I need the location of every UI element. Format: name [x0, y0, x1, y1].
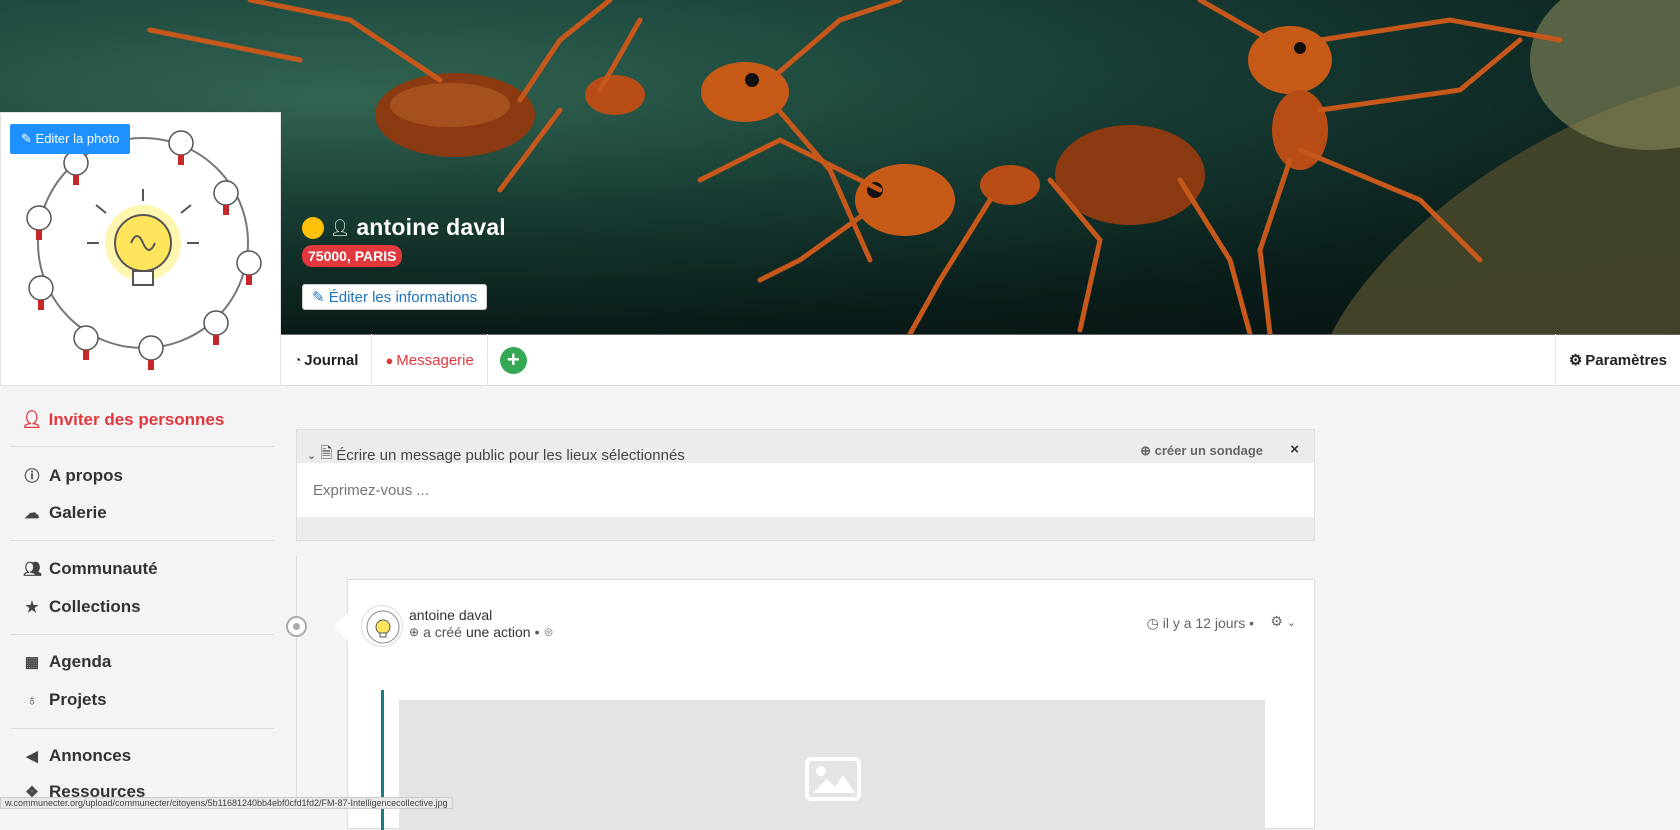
post-action-line: ⊕ a créé une action • ⊛	[409, 624, 554, 640]
tab-settings[interactable]: ⚙ Paramètres	[1554, 334, 1680, 386]
invite-people-link[interactable]: 👤︎ Inviter des personnes	[21, 410, 224, 430]
comments-icon: ●	[385, 352, 394, 368]
edit-info-button[interactable]: ✎ Éditer les informations	[302, 284, 488, 310]
edit-photo-button[interactable]: ✎ Editer la photo	[10, 124, 131, 154]
pencil-icon: ✎	[21, 131, 32, 146]
plus-circle-icon: +	[499, 346, 527, 374]
post-image-placeholder[interactable]	[399, 700, 1265, 830]
sidebar-item-announcements[interactable]: ◀ Annonces	[23, 746, 131, 766]
close-icon[interactable]: ×	[1290, 441, 1299, 458]
user-plus-icon: 👤︎	[21, 410, 43, 429]
post-composer: ⌄ 🗎︎ Écrire un message public pour les l…	[296, 429, 1315, 541]
tab-journal[interactable]: ◔ Journal	[281, 334, 373, 386]
location-badge[interactable]: 75000, PARIS	[302, 245, 403, 267]
avatar[interactable]	[361, 605, 403, 647]
calendar-icon: ▦	[24, 654, 40, 671]
add-button[interactable]: +	[488, 334, 540, 386]
user-icon: 👤︎	[330, 219, 351, 237]
image-icon	[805, 757, 861, 801]
post-time: ◷ il y a 12 jours •	[1146, 615, 1254, 631]
clock-icon: ◷	[1146, 615, 1159, 631]
lightbulb-icon: ♁	[26, 691, 38, 709]
post-author[interactable]: antoine daval	[409, 607, 492, 623]
timeline-dot-icon	[286, 616, 307, 637]
plus-circle-icon: ⊕	[1140, 443, 1151, 458]
cloud-icon: ☁	[24, 505, 40, 522]
divider	[10, 634, 274, 635]
quote-bar	[381, 690, 384, 830]
rss-icon: ◔	[294, 353, 302, 367]
gear-icon: ⚙	[1270, 613, 1283, 629]
divider	[10, 446, 274, 447]
sidebar-item-community[interactable]: 👥︎ Communauté	[23, 559, 158, 579]
tab-messages[interactable]: ● Messagerie	[372, 334, 488, 386]
avatar-image	[366, 610, 400, 644]
post-pointer	[333, 613, 348, 641]
profile-name: antoine daval	[356, 214, 506, 240]
sidebar-item-about[interactable]: ⓘ A propos	[23, 465, 123, 486]
info-icon: ⓘ	[24, 468, 40, 485]
sidebar-item-collections[interactable]: ★ Collections	[23, 597, 140, 617]
timeline-line	[296, 556, 297, 809]
create-poll-link[interactable]: ⊕ créer un sondage	[1140, 443, 1263, 459]
bullhorn-icon: ◀	[26, 748, 38, 765]
plus-circle-icon: ⊕	[409, 625, 420, 639]
users-icon: 👥︎	[23, 561, 43, 578]
browser-status-bar: w.communecter.org/upload/communecter/cit…	[0, 797, 453, 809]
chevron-down-icon: ⌄	[1286, 617, 1296, 629]
news-post: antoine daval ⊕ a créé une action • ⊛ ◷ …	[347, 579, 1315, 830]
action-link[interactable]: une action	[466, 624, 531, 640]
profile-tabs: ◔ Journal ● Messagerie + ⚙ Paramètres	[281, 334, 1680, 386]
sidebar: 👤︎ Inviter des personnes ⓘ A propos ☁ Ga…	[0, 386, 281, 809]
gears-icon: ⚙	[1568, 352, 1583, 369]
globe-icon: ⊛	[543, 625, 554, 639]
sidebar-item-gallery[interactable]: ☁ Galerie	[23, 503, 107, 523]
divider	[10, 728, 274, 729]
profile-name-row: 👤︎ antoine daval	[302, 214, 506, 241]
sidebar-item-agenda[interactable]: ▦ Agenda	[23, 652, 111, 672]
divider	[10, 540, 274, 541]
status-indicator	[302, 216, 324, 239]
pencil-icon: ✎	[312, 289, 325, 306]
star-icon: ★	[25, 599, 39, 616]
chevron-down-icon: ⌄	[307, 450, 317, 462]
composer-input[interactable]	[297, 463, 1314, 517]
post-options-button[interactable]: ⚙ ⌄	[1270, 613, 1296, 630]
sidebar-item-projects[interactable]: ♁ Projets	[23, 690, 106, 710]
